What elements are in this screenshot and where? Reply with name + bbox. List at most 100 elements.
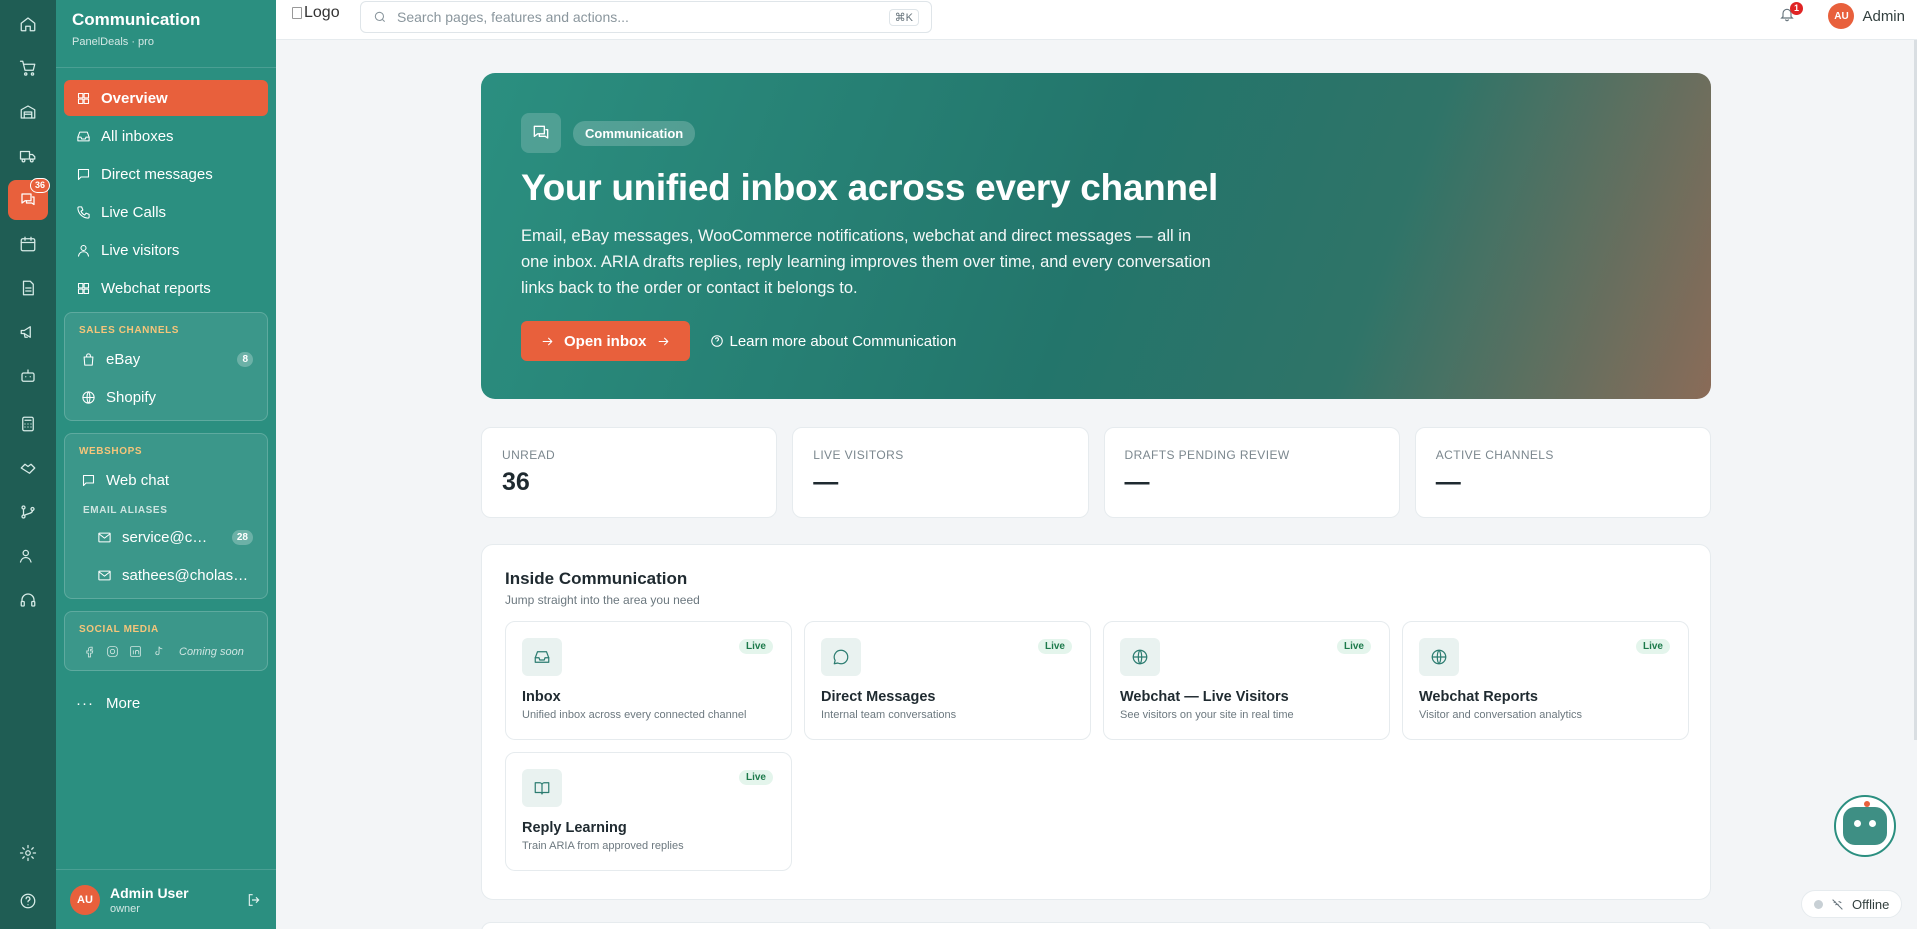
stat-label: UNREAD <box>502 448 556 462</box>
channel-label: Shopify <box>106 388 157 406</box>
search-icon <box>374 11 386 23</box>
nav-direct-messages[interactable]: Direct messages <box>64 156 268 192</box>
stat-card-active-channels: ACTIVE CHANNELS — <box>1414 427 1711 518</box>
sidebar-header: Communication PanelDeals · pro <box>56 0 276 68</box>
message-icon <box>77 168 90 180</box>
panel-subtitle: Jump straight into the area you need <box>505 593 700 607</box>
stat-value: — <box>1435 468 1461 496</box>
settings-icon[interactable] <box>8 833 48 873</box>
warehouse-icon[interactable] <box>8 92 48 132</box>
card-reply-learning[interactable]: Live Reply Learning Train ARIA from appr… <box>505 752 792 871</box>
search-placeholder: Search pages, features and actions... <box>397 9 629 25</box>
nav-all-inboxes[interactable]: All inboxes <box>64 118 268 154</box>
webshop-web-chat[interactable]: Web chat <box>71 461 261 499</box>
alias-label: sathees@cholasxi.com <box>122 566 250 584</box>
wifi-off-icon <box>1832 898 1843 910</box>
calculator-icon[interactable] <box>8 404 48 444</box>
calendar-icon[interactable] <box>8 224 48 264</box>
mail-icon <box>98 532 111 542</box>
alias-service[interactable]: service@cholasxi.com 28 <box>71 518 261 556</box>
nav-label: Live visitors <box>101 241 180 259</box>
nav-live-calls[interactable]: Live Calls <box>64 194 268 230</box>
home-icon[interactable] <box>8 4 48 44</box>
card-description: Train ARIA from approved replies <box>522 840 684 852</box>
card-webchat-live-visitors[interactable]: Live Webchat — Live Visitors See visitor… <box>1103 621 1390 740</box>
user-icon <box>77 244 90 257</box>
user-name: Admin <box>1862 7 1905 25</box>
alias-sathees[interactable]: sathees@cholasxi.com <box>71 556 261 594</box>
robot-icon <box>1843 807 1887 845</box>
card-direct-messages[interactable]: Live Direct Messages Internal team conve… <box>804 621 1091 740</box>
linkedin-icon <box>130 646 141 657</box>
logo[interactable]: Logo <box>292 4 340 22</box>
notifications-button[interactable]: 1 <box>1779 2 1803 24</box>
document-icon[interactable] <box>8 268 48 308</box>
truck-icon[interactable] <box>8 136 48 176</box>
hero-tag: Communication <box>573 120 696 146</box>
user-menu[interactable]: AU Admin <box>1828 3 1905 29</box>
connection-status[interactable]: Offline <box>1801 890 1903 918</box>
card-description: Visitor and conversation analytics <box>1419 709 1583 721</box>
nav-live-visitors[interactable]: Live visitors <box>64 232 268 268</box>
social-media-group: SOCIAL MEDIA Coming soon <box>64 611 268 671</box>
nav-overview[interactable]: Overview <box>64 80 268 116</box>
card-webchat-reports[interactable]: Live Webchat Reports Visitor and convers… <box>1402 621 1689 740</box>
nav-label: Webchat reports <box>101 279 211 297</box>
live-badge: Live <box>738 770 773 785</box>
megaphone-icon[interactable] <box>8 312 48 352</box>
help-icon[interactable] <box>8 881 48 921</box>
count-badge: 8 <box>237 351 253 367</box>
nav-label: Direct messages <box>101 165 213 183</box>
shortcut-hint: ⌘K <box>888 8 919 26</box>
card-inbox[interactable]: Live Inbox Unified inbox across every co… <box>505 621 792 740</box>
live-badge: Live <box>1635 639 1670 654</box>
users-icon[interactable] <box>8 536 48 576</box>
card-description: Internal team conversations <box>821 709 957 721</box>
card-title: Direct Messages <box>821 689 936 705</box>
book-icon <box>522 769 562 807</box>
stat-label: DRAFTS PENDING REVIEW <box>1124 448 1290 462</box>
card-description: Unified inbox across every connected cha… <box>522 709 747 721</box>
cart-icon[interactable] <box>8 48 48 88</box>
more-label: More <box>106 694 141 712</box>
arrow-right-icon <box>542 337 553 345</box>
facebook-icon <box>86 646 94 658</box>
instagram-icon <box>107 646 118 657</box>
robot-icon[interactable] <box>8 356 48 396</box>
sidebar-user[interactable]: AU Admin User owner <box>56 869 276 929</box>
nav-webchat-reports[interactable]: Webchat reports <box>64 270 268 306</box>
search-input[interactable]: Search pages, features and actions... ⌘K <box>360 1 932 33</box>
bot-antenna <box>1864 801 1870 807</box>
email-aliases-label: EMAIL ALIASES <box>83 505 168 516</box>
count-badge: 28 <box>231 529 253 545</box>
learn-more-link[interactable]: Learn more about Communication <box>710 333 956 350</box>
stat-card-drafts: DRAFTS PENDING REVIEW — <box>1103 427 1400 518</box>
card-title: Webchat — Live Visitors <box>1120 689 1289 705</box>
grid-icon <box>77 92 90 104</box>
broken-image-icon <box>292 7 302 19</box>
webshops-group: WEBSHOPS Web chat EMAIL ALIASES service@… <box>64 433 268 599</box>
assistant-bot-button[interactable] <box>1834 795 1896 857</box>
logo-alt-text: Logo <box>304 4 340 21</box>
inbox-icon <box>77 131 90 141</box>
stat-label: ACTIVE CHANNELS <box>1435 448 1554 462</box>
handshake-icon[interactable] <box>8 448 48 488</box>
git-branch-icon[interactable] <box>8 492 48 532</box>
chat-icon[interactable]: 36 <box>8 178 50 220</box>
open-inbox-button[interactable]: Open inbox <box>521 321 690 361</box>
tiktok-icon <box>155 646 163 656</box>
live-badge: Live <box>1336 639 1371 654</box>
channel-shopify[interactable]: Shopify <box>71 378 261 416</box>
channel-ebay[interactable]: eBay 8 <box>71 340 261 378</box>
message-icon <box>82 474 95 486</box>
notification-count: 1 <box>1789 2 1803 15</box>
more-button[interactable]: ··· More <box>64 685 268 721</box>
grid-icon <box>77 282 90 294</box>
hero-banner: Communication Your unified inbox across … <box>481 73 1711 399</box>
logout-icon[interactable] <box>246 892 262 908</box>
headset-icon[interactable] <box>8 580 48 620</box>
next-panel-edge <box>481 922 1711 929</box>
bag-icon <box>83 352 94 366</box>
group-label: SOCIAL MEDIA <box>79 624 159 635</box>
alias-label: service@cholasxi.com <box>122 528 214 546</box>
